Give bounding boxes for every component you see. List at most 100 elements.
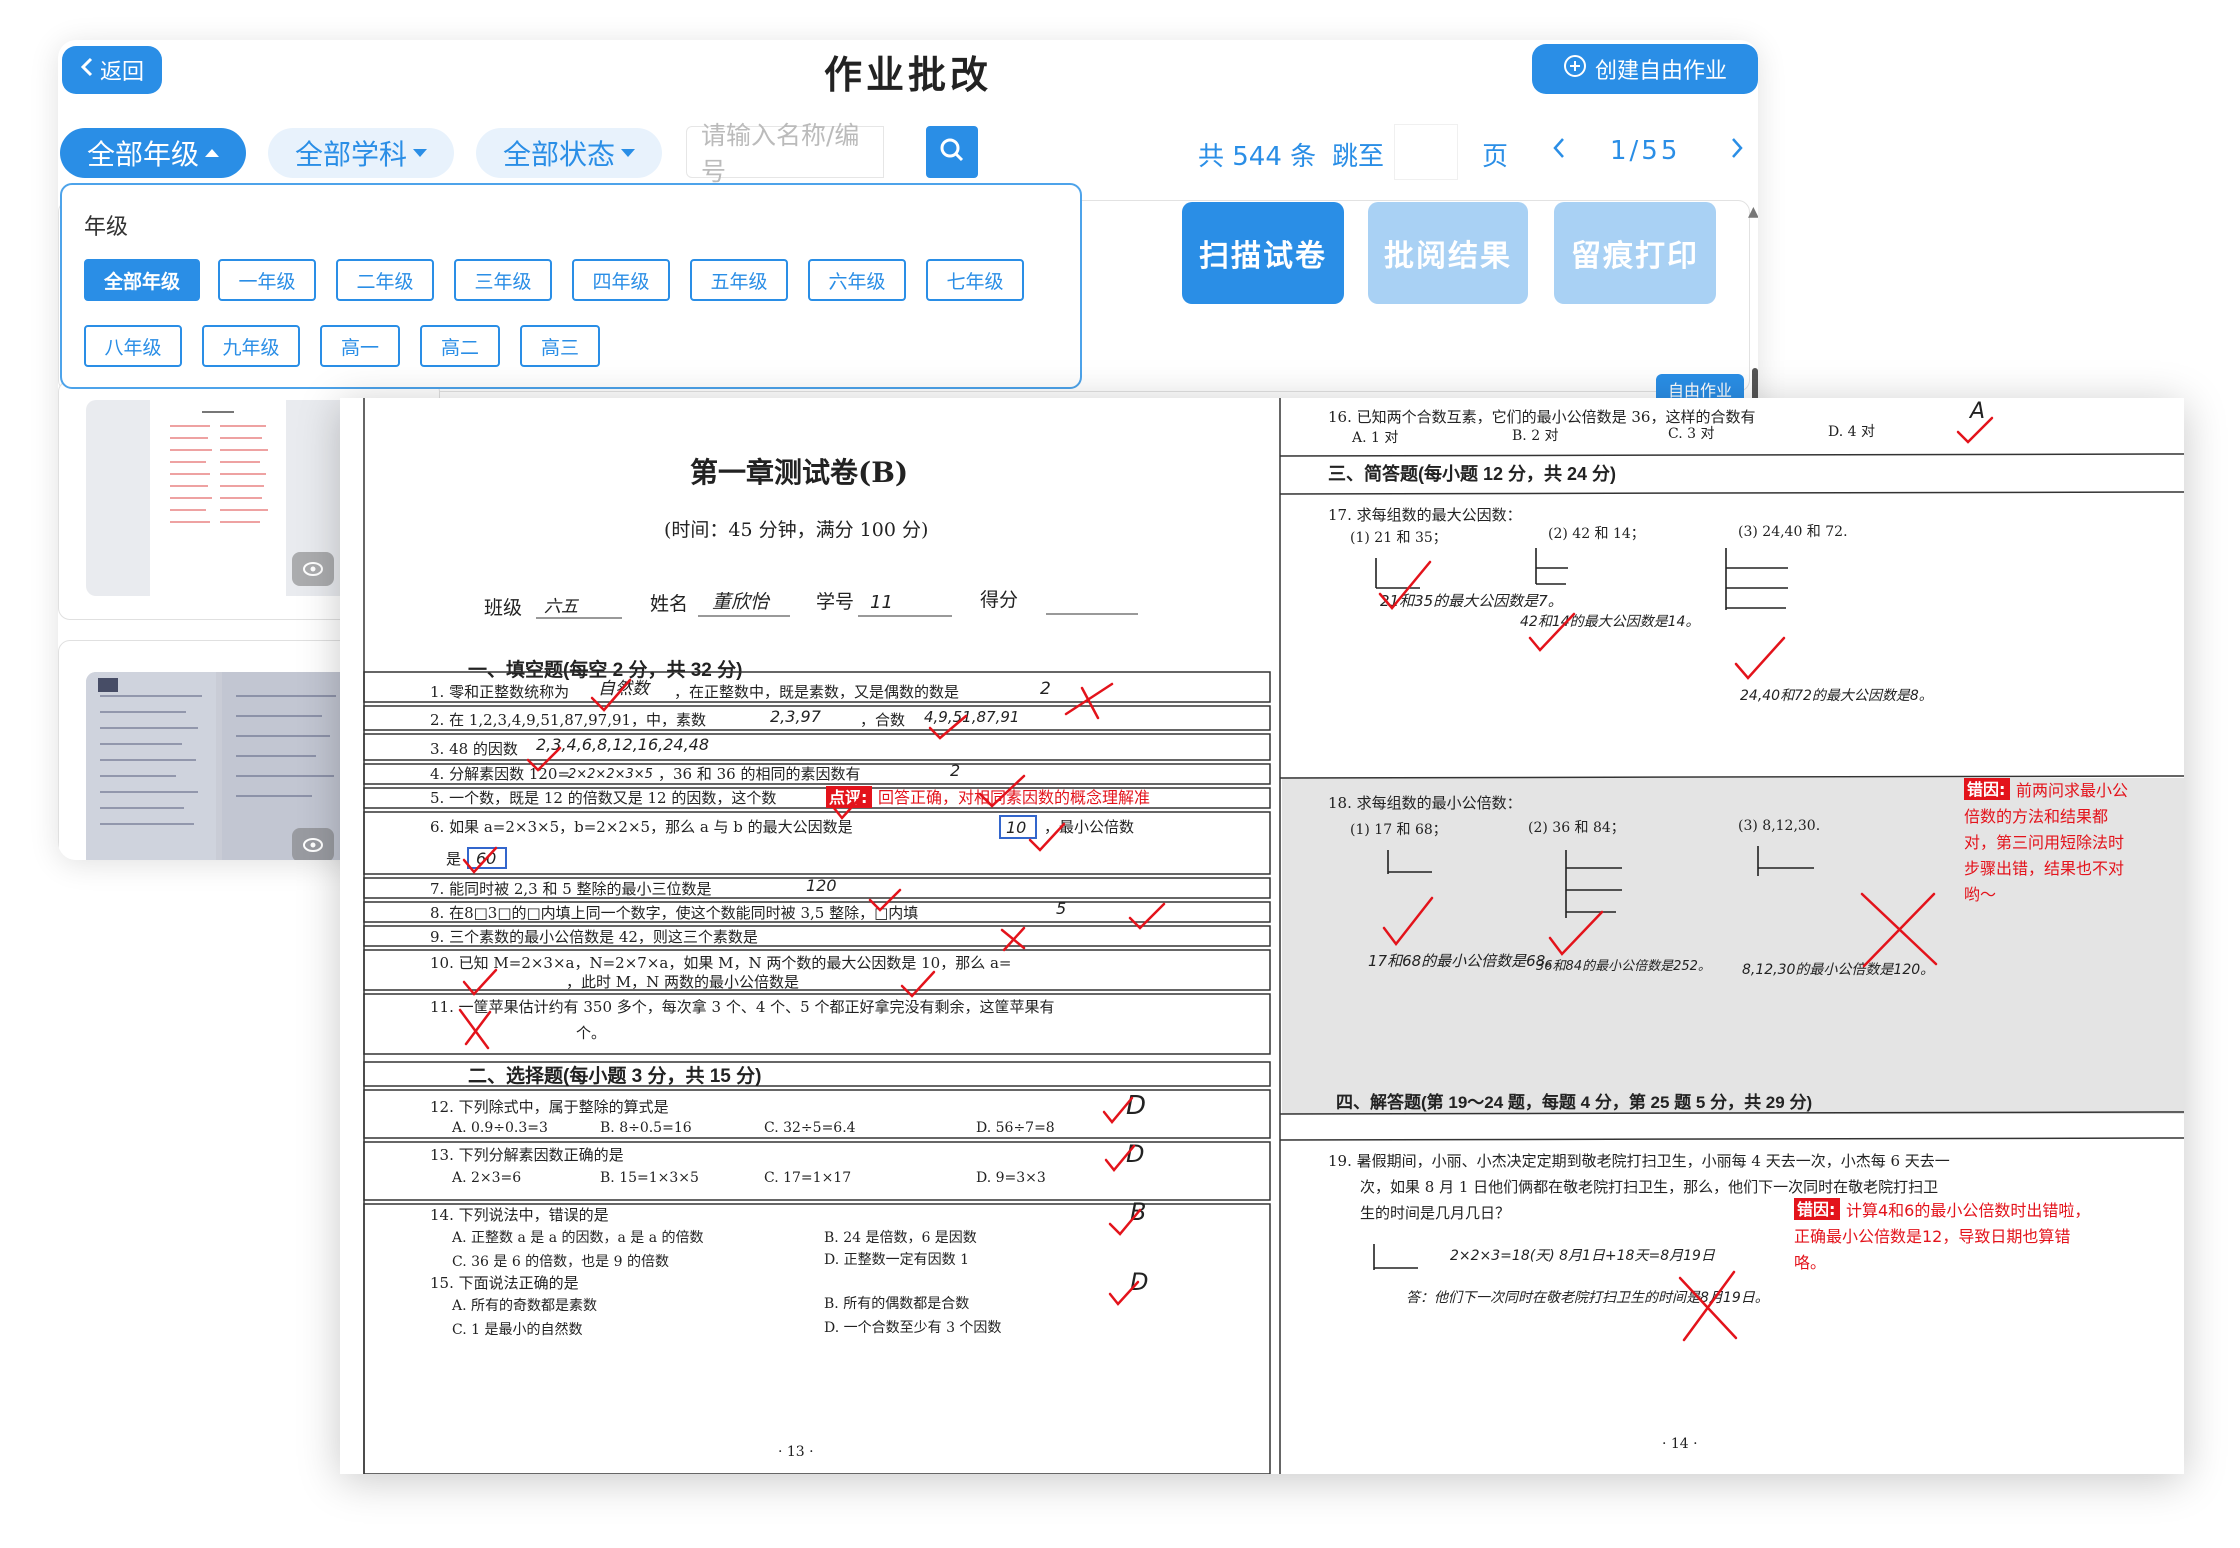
id-value: 11 [870,592,893,613]
grade-option-9[interactable]: 九年级 [202,325,300,367]
error-tag-2: 错因: [1797,1200,1835,1219]
subject-filter-label: 全部学科 [294,138,407,171]
grade-option-2[interactable]: 二年级 [336,259,434,301]
status-filter-label: 全部状态 [502,138,615,171]
trace-print-button[interactable]: 留痕打印 [1554,202,1716,304]
search-input[interactable]: 请输入名称/编号 [686,121,884,186]
eye-icon[interactable] [292,552,334,586]
q1-answer-b: 2 [1040,679,1051,699]
scan-paper-button[interactable]: 扫描试卷 [1182,202,1344,304]
q12-option-c: C. 32÷5=6.4 [764,1120,856,1136]
grading-results-button[interactable]: 批阅结果 [1368,202,1528,304]
error-note-1-line-5: 哟～ [1964,885,1996,904]
jump-label: 跳至 [1332,142,1385,172]
q6-text: 6. 如果 a=2×3×5，b=2×2×5，那么 a 与 b 的最大公因数是 [430,818,853,836]
q2-text: 2. 在 1,2,3,4,9,51,87,97,91，中，素数 [430,711,706,729]
grade-option-1[interactable]: 一年级 [218,259,316,301]
grade-option-3[interactable]: 三年级 [454,259,552,301]
section-3-title: 三、简答题(每小题 12 分，共 24 分) [1328,463,1616,484]
q10-text: 10. 已知 M=2×3×a，N=2×7×a，如果 M，N 两个数的最大公因数是… [430,954,1012,972]
q5-text: 5. 一个数，既是 12 的倍数又是 12 的因数，这个数 [430,789,776,807]
grade-option-all[interactable]: 全部年级 [84,259,200,301]
check-mark [900,970,936,998]
homework-thumbnail[interactable] [86,400,350,596]
caret-down-icon [621,149,635,157]
comment-tag: 点评: [829,788,867,807]
q8-text: 8. 在8□3□的□内填上同一个数字，使这个数能同时被 3,5 整除，□内填 [430,904,918,922]
q15-option-c: C. 1 是最小的自然数 [452,1321,582,1338]
q11-text-b: 个。 [576,1024,606,1042]
page-title: 作业批改 [823,53,992,97]
subject-filter[interactable]: 全部学科 [268,128,454,178]
q12-option-a: A. 0.9÷0.3=3 [451,1120,548,1136]
homework-photo-thumbnail[interactable] [86,672,356,860]
class-label: 班级 [484,597,522,619]
q18-work-2: 36和84的最小公倍数是252。 [1536,958,1711,974]
status-filter[interactable]: 全部状态 [476,128,662,178]
prev-page-button[interactable] [1552,136,1566,167]
q16-answer: A [1968,399,1985,424]
error-note-1-line-1: 前两问求最小公 [2016,781,2128,800]
grade-option-4[interactable]: 四年级 [572,259,670,301]
q12-answer: D [1126,1091,1146,1121]
q13-text: 13. 下列分解素因数正确的是 [430,1146,624,1164]
grade-filter[interactable]: 全部年级 [60,128,246,178]
q19-work-1: 2×2×3=18(天) 8月1日+18天=8月19日 [1450,1248,1716,1264]
q14-text: 14. 下列说法中，错误的是 [430,1206,609,1224]
q15-option-b: B. 所有的偶数都是合数 [824,1296,969,1312]
name-value: 董欣怡 [712,591,771,613]
q1-answer-a: 自然数 [598,679,651,699]
q18-option-1: (1) 17 和 68； [1350,822,1447,838]
q16-option-d: D. 4 对 [1828,424,1875,440]
error-note-1-line-2: 倍数的方法和结果都 [1964,807,2108,826]
caret-down-icon [413,149,427,157]
q16-text: 16. 已知两个合数互素，它们的最小公倍数是 36，这样的合数有 [1328,408,1755,426]
scroll-up-icon[interactable]: ▲ [1748,204,1758,220]
caret-up-icon [205,149,219,157]
paper-preview [150,400,286,596]
q17-text: 17. 求每组数的最大公因数： [1328,506,1522,524]
q2-answer-a: 2,3,97 [770,707,822,726]
grade-option-7[interactable]: 七年级 [926,259,1024,301]
next-page-button[interactable] [1730,136,1744,167]
q15-option-d: D. 一个合数至少有 3 个因数 [824,1320,1001,1336]
create-free-homework-button[interactable]: 创建自由作业 [1532,44,1758,94]
grade-dropdown-title: 年级 [84,215,129,240]
check-mark [1734,636,1786,680]
exam-title: 第一章测试卷(B) [690,456,908,489]
grade-option-senior-1[interactable]: 高一 [320,325,400,367]
q17-work-3: 24,40和72的最大公因数是8。 [1740,688,1933,704]
grade-option-senior-3[interactable]: 高三 [520,325,600,367]
grade-option-5[interactable]: 五年级 [690,259,788,301]
grade-dropdown: 年级 全部年级 一年级 二年级 三年级 四年级 五年级 六年级 七年级 八年级 … [60,183,1082,389]
grade-option-8[interactable]: 八年级 [84,325,182,367]
page-unit: 页 [1482,142,1509,172]
q12-option-d: D. 56÷7=8 [976,1120,1055,1136]
id-label: 学号 [816,591,854,613]
q6-text-c: 是 [446,850,461,868]
eye-icon[interactable] [292,828,334,860]
q16-option-c: C. 3 对 [1668,426,1714,442]
cross-mark [1064,682,1114,720]
search-button[interactable] [926,126,978,178]
q6-answer-a: 10 [1006,818,1026,837]
error-note-1-line-4: 步骤出错，结果也不对 [1964,859,2124,878]
page-number-13: · 13 · [778,1444,814,1460]
page-jump-input[interactable] [1394,124,1458,180]
grade-option-senior-2[interactable]: 高二 [420,325,500,367]
section-2-title: 二、选择题(每小题 3 分，共 15 分) [468,1064,761,1087]
q18-text: 18. 求每组数的最小公倍数： [1328,794,1522,812]
q17-option-2: (2) 42 和 14； [1548,526,1645,542]
q13-option-d: D. 9=3×3 [976,1170,1046,1186]
page-indicator: 1/55 [1610,136,1681,166]
graded-exam-sheet: 第一章测试卷(B) (时间：45 分钟，满分 100 分) 班级 六五 姓名 董… [340,398,2184,1474]
grade-option-6[interactable]: 六年级 [808,259,906,301]
q14-option-c: C. 36 是 6 的倍数，也是 9 的倍数 [452,1254,669,1270]
class-value: 六五 [544,597,580,617]
q19-text-line-2: 次，如果 8 月 1 日他们俩都在敬老院打扫卫生，那么，他们下一次同时在敬老院打… [1360,1178,1938,1196]
create-label: 创建自由作业 [1594,59,1727,84]
chevron-right-icon [1732,138,1743,158]
q18-option-2: (2) 36 和 84； [1528,820,1625,836]
q14-option-d: D. 正整数一定有因数 1 [824,1252,969,1268]
q15-text: 15. 下面说法正确的是 [430,1274,579,1292]
